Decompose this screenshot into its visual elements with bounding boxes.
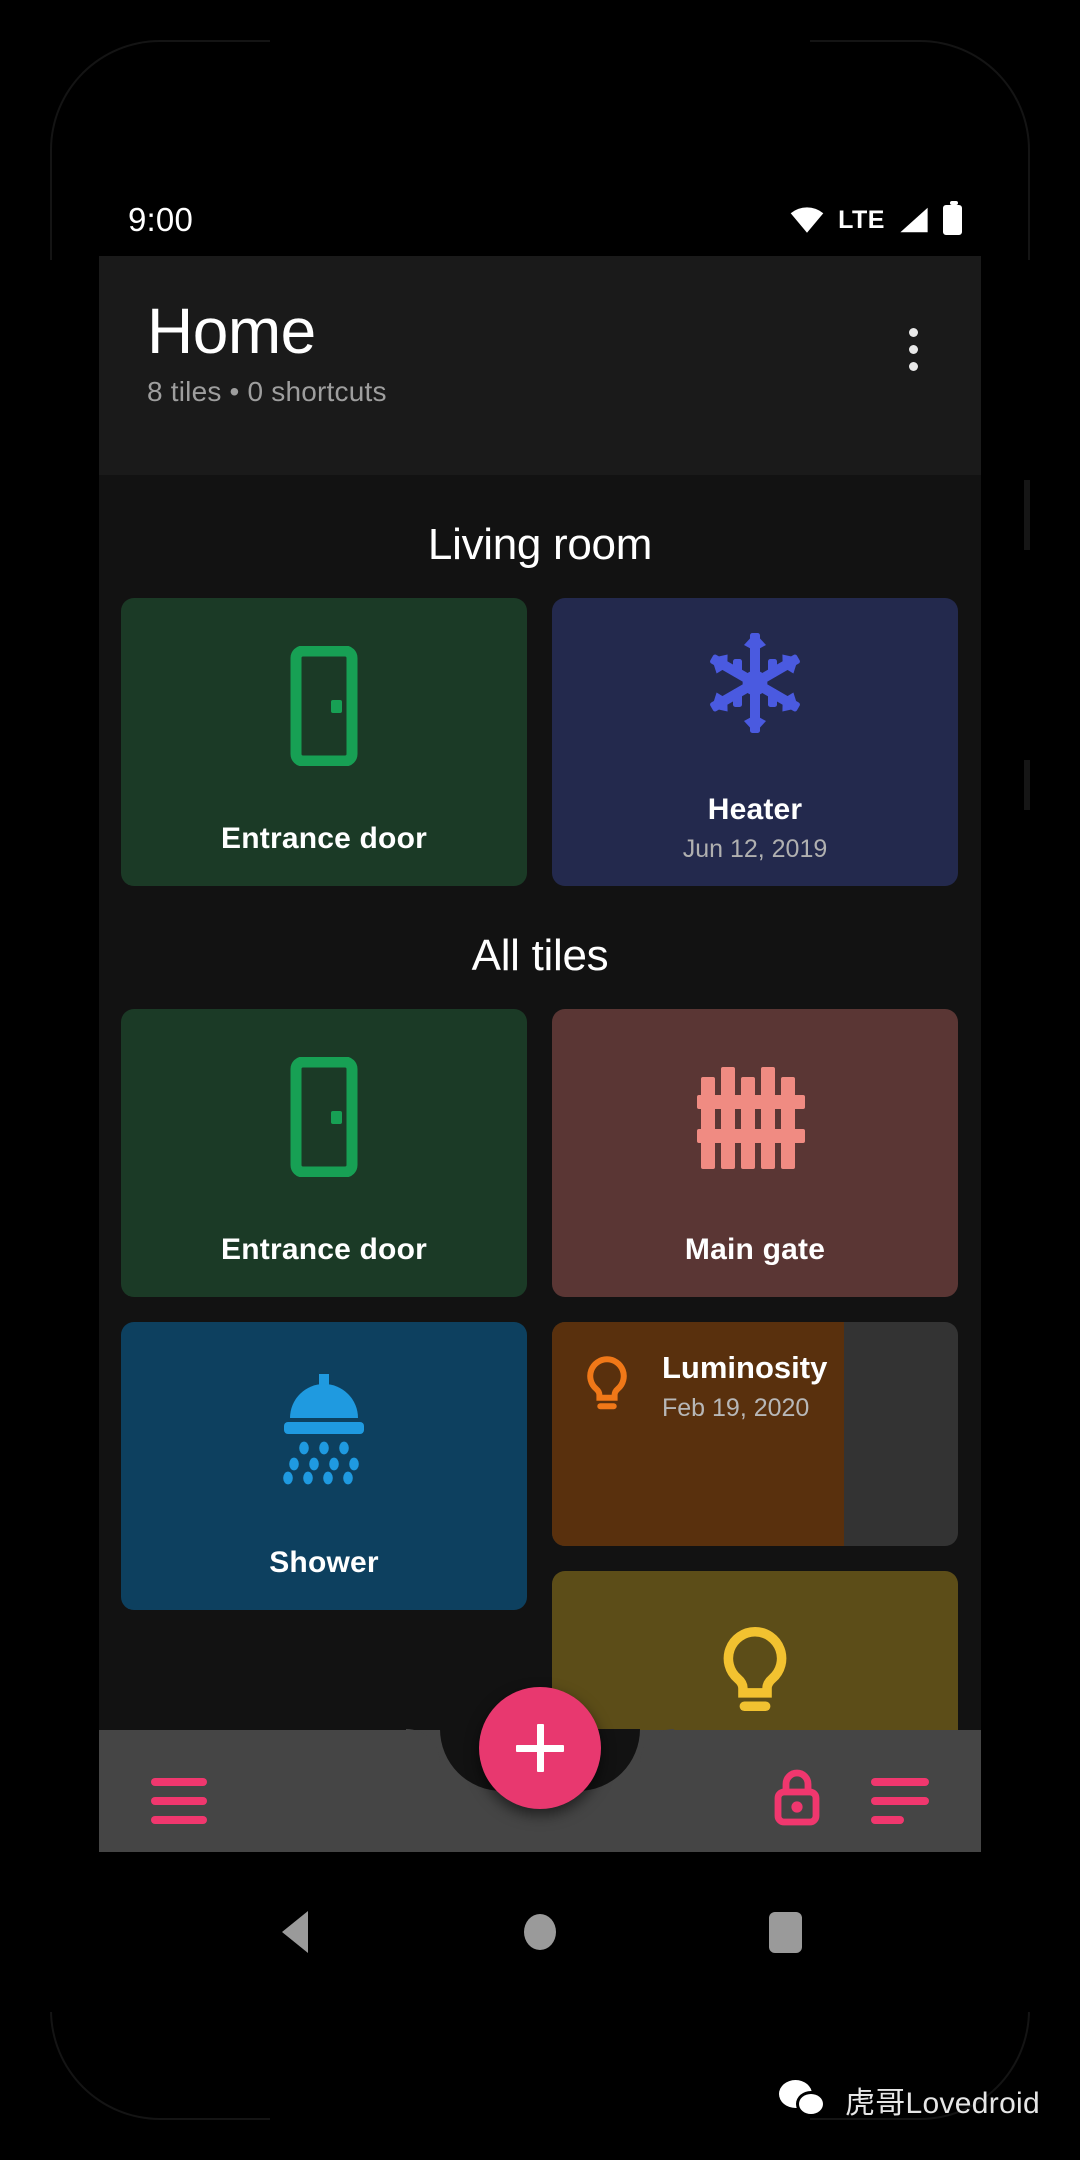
tiles-scroll-area[interactable]: Living room Entrance door Heater Jun 12,… (99, 475, 981, 1852)
device-edge (1024, 760, 1030, 810)
status-icons: LTE (790, 201, 962, 235)
battery-icon (943, 201, 962, 235)
tile-row: Entrance door (121, 1009, 959, 1297)
tile-entrance-door[interactable]: Entrance door (121, 1009, 527, 1297)
watermark: 虎哥Lovedroid (778, 2078, 1040, 2122)
tile-label: Entrance door (221, 822, 427, 855)
gate-icon (552, 1009, 958, 1225)
app-header: Home 8 tiles • 0 shortcuts (99, 256, 981, 475)
status-bar: 9:00 LTE (0, 180, 1080, 260)
sort-icon[interactable] (871, 1778, 929, 1824)
more-options-icon[interactable] (893, 328, 933, 371)
door-icon (121, 598, 527, 814)
tile-subtitle: Jun 12, 2019 (682, 835, 828, 863)
tile-label: Main gate (684, 1233, 826, 1266)
signal-icon (900, 207, 928, 233)
plus-icon (536, 1724, 544, 1772)
nav-home-button[interactable] (418, 1914, 663, 1950)
tile-label: Shower (269, 1546, 379, 1579)
section-title-all-tiles: All tiles (471, 931, 609, 980)
tile-subtitle: Feb 19, 2020 (662, 1394, 810, 1422)
recents-square-icon (768, 1911, 802, 1953)
wifi-icon (790, 207, 824, 233)
add-tile-fab[interactable] (479, 1687, 601, 1809)
network-type-label: LTE (838, 205, 885, 234)
device-edge (1024, 480, 1030, 550)
bulb-icon (587, 1356, 627, 1410)
home-circle-icon (524, 1914, 556, 1950)
nav-recents-button[interactable] (663, 1911, 908, 1953)
shower-icon (121, 1322, 527, 1538)
door-icon (121, 1009, 527, 1225)
page-title: Home (147, 295, 316, 367)
back-triangle-icon (282, 1911, 308, 1953)
wechat-icon (778, 2080, 831, 2120)
lock-icon[interactable] (771, 1768, 823, 1826)
nav-back-button[interactable] (173, 1911, 418, 1953)
snowflake-icon (552, 598, 958, 768)
android-navigation-bar (0, 1852, 1080, 2012)
hamburger-menu-icon[interactable] (151, 1778, 207, 1824)
tile-heater[interactable]: Heater Jun 12, 2019 (552, 598, 958, 886)
tile-luminosity[interactable]: Luminosity Feb 19, 2020 (552, 1322, 958, 1546)
app-window: Home 8 tiles • 0 shortcuts Living room E (99, 256, 981, 1852)
tile-main-gate[interactable]: Main gate (552, 1009, 958, 1297)
tile-label: Luminosity (662, 1350, 828, 1385)
status-time: 9:00 (128, 201, 194, 238)
tile-entrance-door[interactable]: Entrance door (121, 598, 527, 886)
tile-column: Luminosity Feb 19, 2020 (552, 1322, 958, 1771)
tile-row: Entrance door (121, 598, 959, 886)
page-subtitle: 8 tiles • 0 shortcuts (147, 376, 387, 408)
phone-screenshot: 9:00 LTE Home 8 tiles • 0 shortcuts Livi… (0, 0, 1080, 2160)
section-title-living-room: Living room (427, 520, 653, 569)
tile-shower[interactable]: Shower (121, 1322, 527, 1610)
tile-label: Heater (707, 793, 803, 826)
watermark-text: 虎哥Lovedroid (844, 2087, 1040, 2120)
tile-label: Entrance door (221, 1233, 427, 1266)
